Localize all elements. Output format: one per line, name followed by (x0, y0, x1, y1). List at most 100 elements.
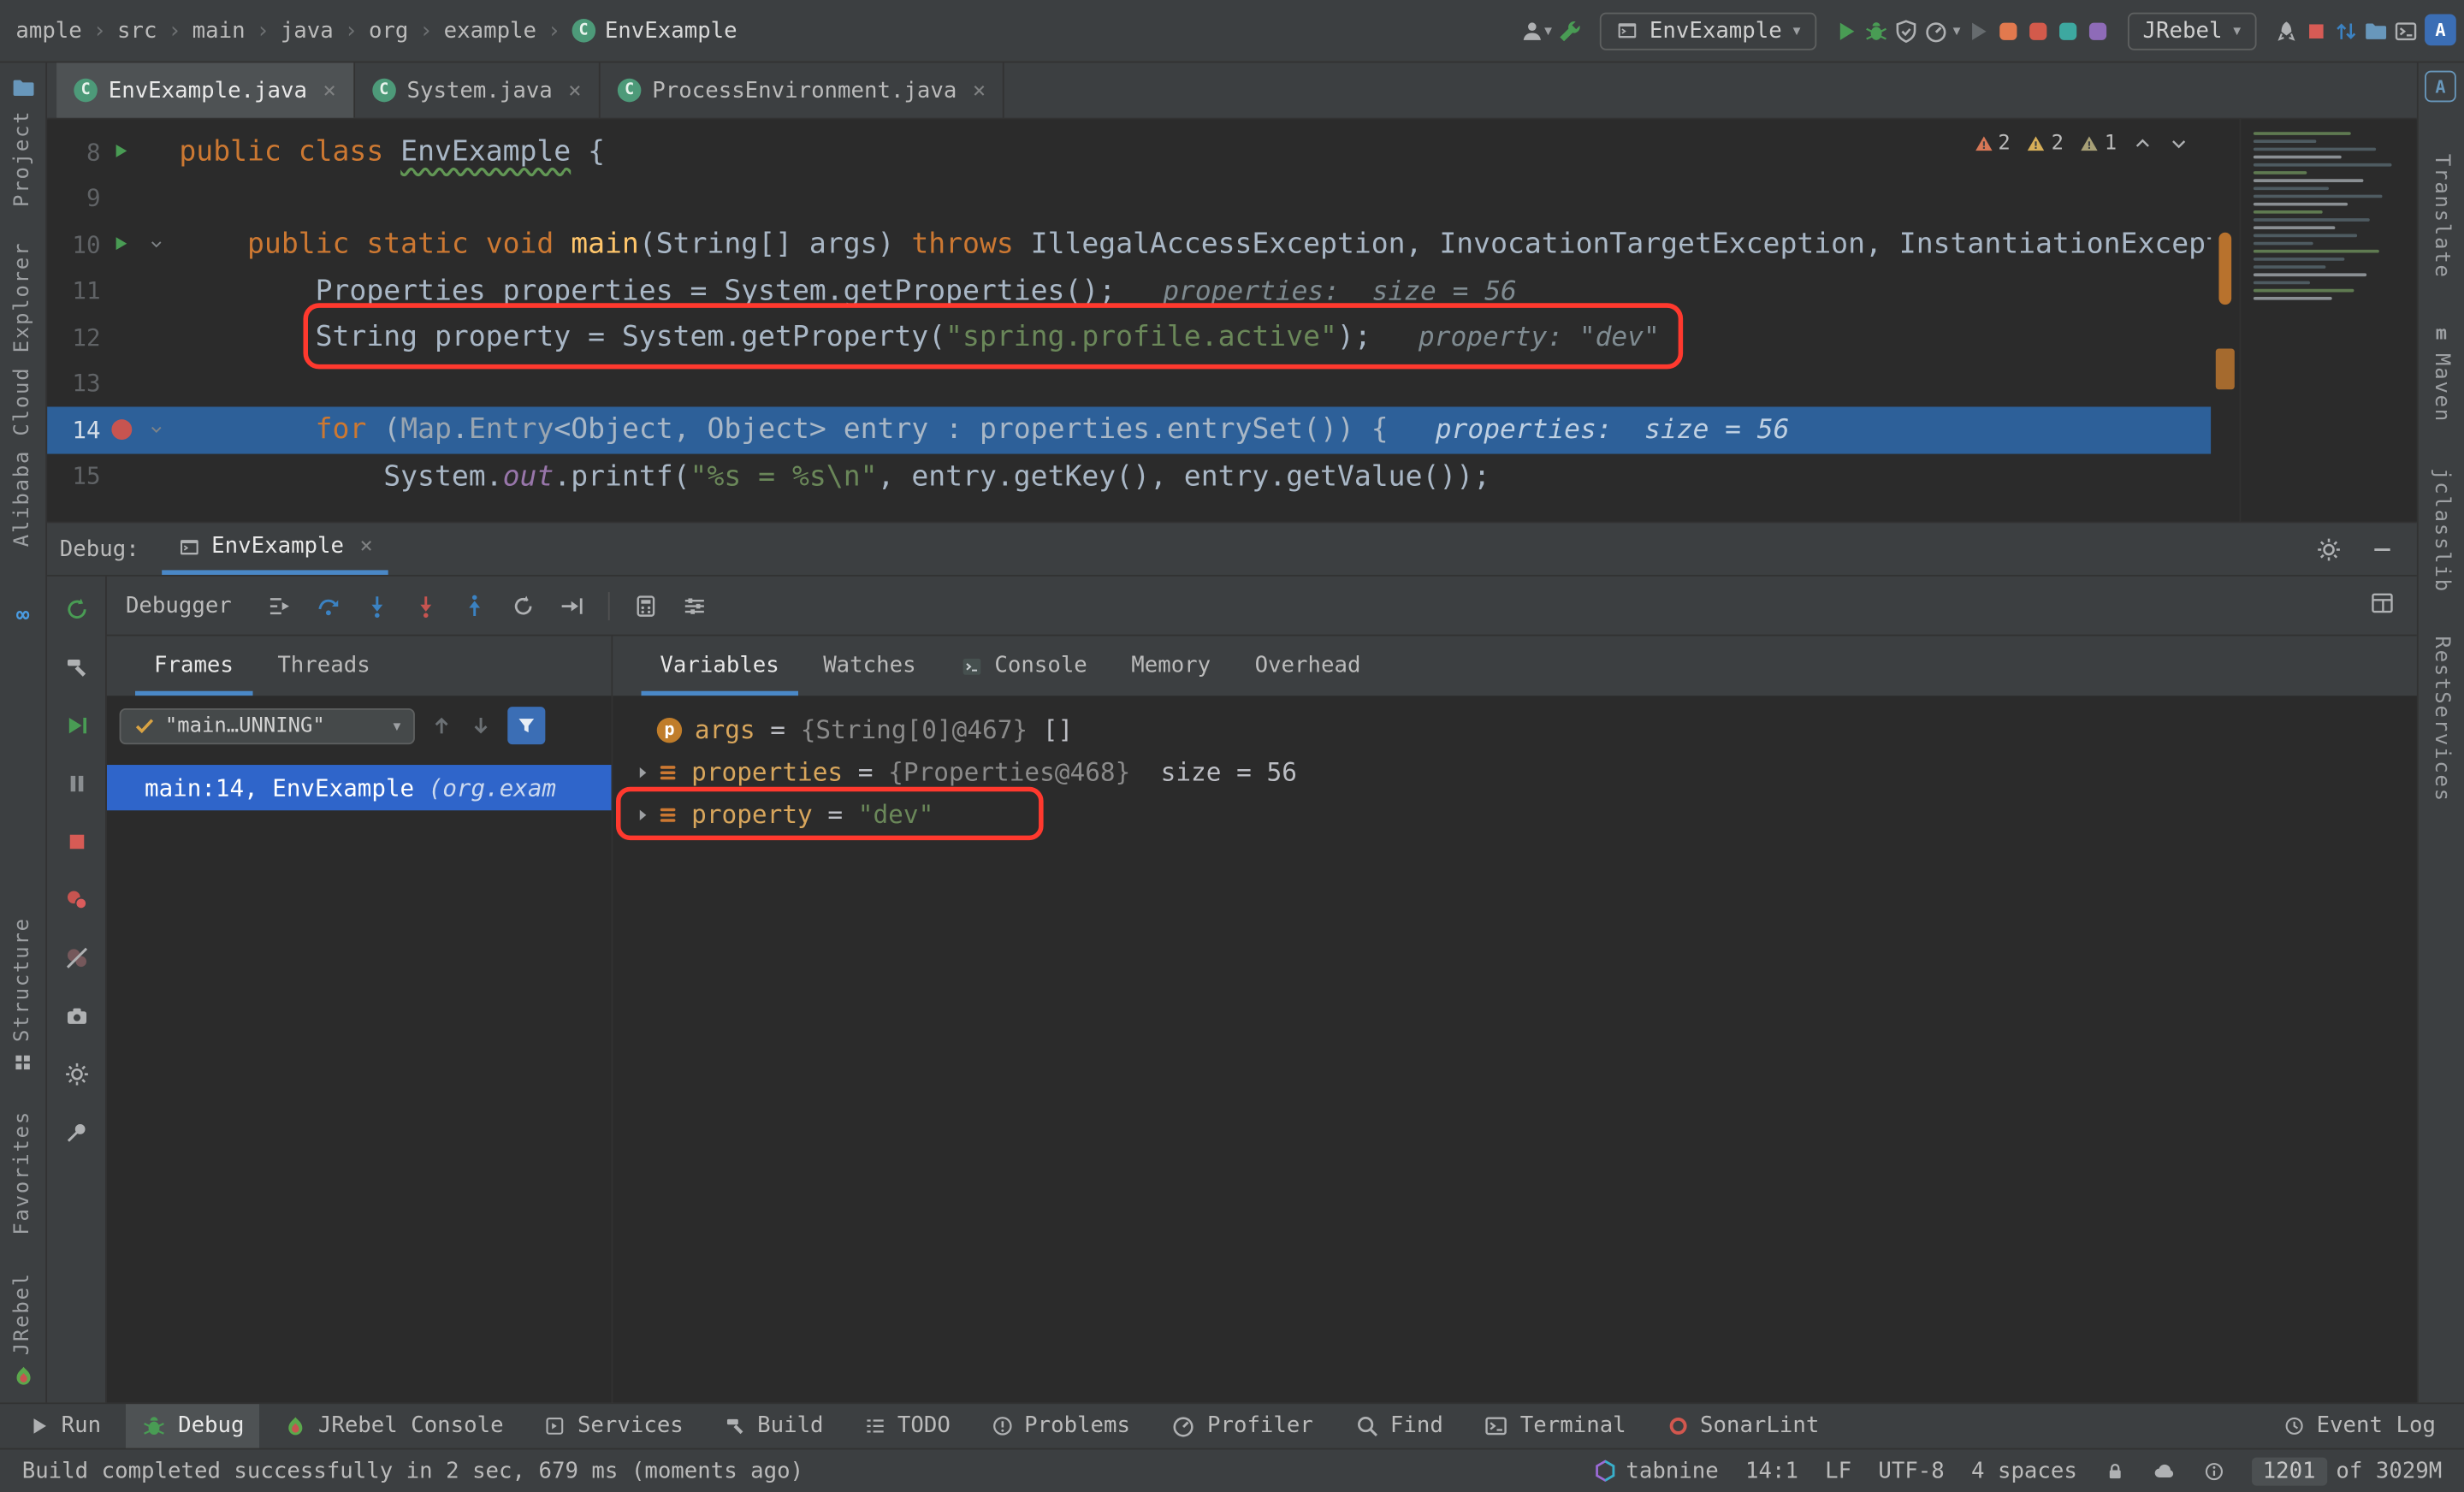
fold-icon[interactable] (147, 421, 164, 438)
tab-variables[interactable]: Variables (641, 636, 797, 696)
breadcrumb-item[interactable]: CEnvExample (572, 18, 737, 43)
toolwindow-stripe-maven[interactable]: mMaven (2430, 323, 2454, 423)
toolwindow-button-terminal[interactable]: Terminal (1468, 1404, 1642, 1448)
plugin-2-icon[interactable] (2025, 18, 2050, 43)
tab-frames[interactable]: Frames (135, 636, 252, 696)
plugin-4-icon[interactable] (2085, 18, 2110, 43)
code-line[interactable]: 14 for (Map.Entry<Object, Object> entry … (47, 406, 2211, 453)
toolwindow-stripe-jrebel[interactable]: JRebel (11, 1272, 35, 1387)
run-line-icon[interactable] (110, 142, 131, 163)
toolwindow-button-event-log[interactable]: Event Log (2268, 1404, 2452, 1448)
stack-frame[interactable]: main:14, EnvExample (org.exam (107, 765, 612, 810)
pause-icon[interactable] (56, 763, 97, 804)
indent-setting[interactable]: 4 spaces (1971, 1459, 2077, 1483)
variable-row[interactable]: pargs = {String[0]@467} [] (613, 708, 2417, 751)
sync-arrows-icon[interactable] (2334, 18, 2359, 43)
folder-icon[interactable] (2363, 18, 2388, 43)
toolwindow-button-debug[interactable]: Debug (126, 1404, 259, 1448)
cloud-icon[interactable] (2153, 1459, 2177, 1483)
tab-watches[interactable]: Watches (804, 636, 934, 696)
rocket-icon[interactable] (2274, 18, 2299, 43)
link-icon[interactable]: ∞ (16, 603, 29, 628)
file-encoding[interactable]: UTF-8 (1878, 1459, 1944, 1483)
profiler-icon[interactable]: ▼ (1923, 18, 1961, 43)
run-icon[interactable] (1833, 18, 1858, 43)
layout-settings-icon[interactable] (2370, 589, 2395, 614)
debug-session-tab[interactable]: EnvExample × (161, 523, 388, 575)
settings-gear-icon[interactable] (56, 1054, 97, 1095)
code-line[interactable]: 9 (47, 175, 2211, 222)
breadcrumb-item[interactable]: ample (15, 18, 81, 43)
toolwindow-button-run[interactable]: Run (13, 1404, 117, 1448)
coverage-shield-icon[interactable] (1893, 18, 1918, 43)
terminal-icon[interactable] (2393, 18, 2418, 43)
view-options-icon[interactable] (683, 593, 708, 618)
tab-overhead[interactable]: Overhead (1236, 636, 1380, 696)
hide-library-frames-filter-icon[interactable] (507, 707, 545, 744)
error-stripe[interactable] (2211, 120, 2239, 522)
toolwindow-button-jrebel-console[interactable]: JRebel Console (270, 1404, 519, 1448)
code-line[interactable]: 8public class EnvExample { (47, 129, 2211, 175)
memory-indicator[interactable]: 1201 of 3029M (2252, 1457, 2443, 1485)
stop-icon[interactable] (2304, 18, 2329, 43)
wrench-icon[interactable] (1557, 18, 1582, 43)
toolwindow-button-find[interactable]: Find (1338, 1404, 1459, 1448)
breadcrumb-item[interactable]: main (192, 18, 246, 43)
next-frame-icon[interactable] (468, 713, 493, 737)
toolwindow-stripe-restservices[interactable]: RestServices (2430, 636, 2454, 802)
prev-problem-icon[interactable] (2132, 133, 2153, 154)
breadcrumb-item[interactable]: org (369, 18, 408, 43)
toolwindow-button-profiler[interactable]: Profiler (1155, 1404, 1329, 1448)
breadcrumb-item[interactable]: java (281, 18, 334, 43)
step-out-icon[interactable] (463, 593, 488, 618)
build-icon[interactable] (56, 647, 97, 688)
weak-warning-icon[interactable]: 1 (2079, 132, 2117, 156)
toolwindow-stripe-translate[interactable]: Translate (2430, 154, 2454, 279)
toolwindow-button-sonarlint[interactable]: SonarLint (1651, 1404, 1835, 1448)
lock-icon[interactable] (2104, 1459, 2126, 1482)
stop-icon[interactable] (56, 821, 97, 862)
toolwindow-button-todo[interactable]: TODO (849, 1404, 966, 1448)
close-icon[interactable]: × (568, 78, 581, 103)
tabnine-widget[interactable]: tabnine (1593, 1459, 1719, 1483)
debug-bug-icon[interactable] (1863, 18, 1888, 43)
run-config-selector[interactable]: EnvExample ▼ (1599, 12, 1816, 50)
code-line[interactable]: 10 public static void main(String[] args… (47, 222, 2211, 268)
mute-breakpoints-icon[interactable] (56, 938, 97, 979)
breadcrumb-item[interactable]: src (117, 18, 157, 43)
translate-icon-1[interactable]: A (2425, 15, 2456, 46)
previous-frame-icon[interactable] (429, 713, 453, 737)
run-to-cursor-icon[interactable] (560, 593, 585, 618)
toolwindow-stripe-alibaba-cloud-explorer[interactable]: Alibaba Cloud Explorer (11, 241, 35, 546)
drop-frame-icon[interactable] (512, 593, 536, 618)
editor-tab[interactable]: CSystem.java× (355, 62, 601, 117)
step-over-icon[interactable] (317, 593, 341, 618)
stripe-marker[interactable] (2216, 349, 2235, 390)
plugin-3-icon[interactable] (2055, 18, 2080, 43)
step-into-icon[interactable] (365, 593, 390, 618)
info-icon[interactable] (2203, 1459, 2225, 1482)
user-icon[interactable]: ▼ (1519, 18, 1552, 43)
caret-position[interactable]: 14:1 (1745, 1459, 1798, 1483)
warning-icon[interactable]: 2 (1973, 132, 2011, 156)
expand-icon[interactable] (629, 762, 657, 781)
thread-selector[interactable]: "main…UNNING" ▼ (120, 708, 415, 743)
rerun-icon[interactable] (56, 589, 97, 630)
minimap[interactable] (2239, 120, 2417, 522)
editor-tab[interactable]: CEnvExample.java× (56, 62, 355, 117)
evaluate-expression-icon[interactable] (634, 593, 659, 618)
editor-tab[interactable]: CProcessEnvironment.java× (601, 62, 1005, 117)
expand-icon[interactable] (629, 805, 657, 824)
resume-icon[interactable] (56, 705, 97, 746)
stripe-marker[interactable] (2218, 233, 2231, 305)
variable-row[interactable]: properties = {Properties@468} size = 56 (613, 751, 2417, 794)
translate-icon-2[interactable]: A (2425, 71, 2456, 103)
warning-icon[interactable]: 2 (2026, 132, 2064, 156)
toolwindow-stripe-jclasslib[interactable]: jclasslib (2430, 467, 2454, 592)
tab-threads[interactable]: Threads (258, 636, 388, 696)
code-line[interactable]: 12 String property = System.getProperty(… (47, 314, 2211, 360)
next-problem-icon[interactable] (2169, 133, 2189, 154)
variable-row[interactable]: property = "dev" (613, 793, 2417, 836)
show-execution-point-icon[interactable] (268, 593, 293, 618)
force-step-into-icon[interactable] (414, 593, 439, 618)
